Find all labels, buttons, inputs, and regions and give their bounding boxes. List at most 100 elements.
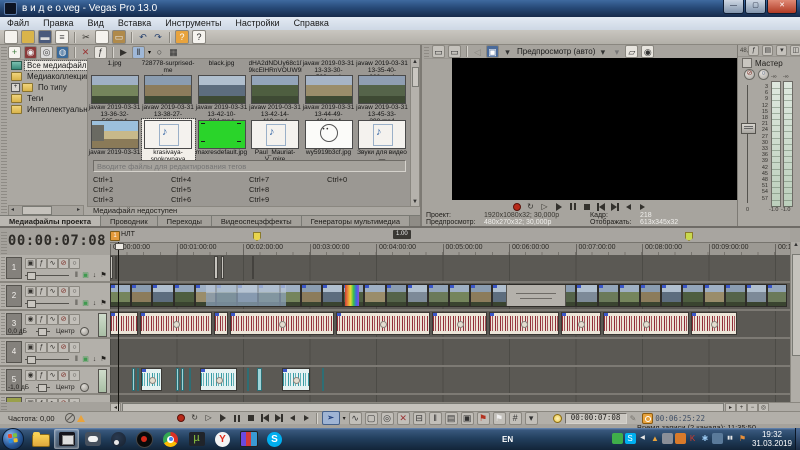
taskbar-steam[interactable] (106, 429, 131, 449)
scroll-up-arrow[interactable]: ▲ (791, 242, 800, 249)
scroll-left-arrow[interactable]: ◂ (9, 207, 16, 214)
preview-pause-button[interactable] (567, 202, 579, 212)
timeline-loop-playback-button[interactable]: ↻ (189, 413, 201, 423)
solo-icon[interactable]: ○ (69, 286, 80, 297)
slider-handle[interactable] (38, 328, 47, 336)
sidebar-item-by-type[interactable]: +По типу (8, 82, 86, 93)
level-flag-icon[interactable]: ⚑ (99, 271, 108, 280)
language-indicator[interactable]: EN (502, 435, 513, 444)
automation-icon[interactable]: ∿ (47, 314, 58, 325)
fade-handle-icon[interactable] (215, 313, 219, 316)
mode-dropdown-icon[interactable]: ▾ (597, 46, 608, 57)
fade-handle-icon[interactable] (493, 285, 497, 288)
track-fx-icon[interactable]: ƒ (36, 398, 47, 402)
fade-handle-icon[interactable] (302, 285, 306, 288)
fade-handle-icon[interactable] (231, 313, 235, 316)
audio-event[interactable] (230, 312, 334, 335)
compose-parent-icon[interactable]: ‖ (72, 299, 81, 308)
paste-icon[interactable]: ▭ (112, 30, 126, 44)
preview-quality-icon[interactable]: ▣ (486, 45, 499, 58)
fade-handle-icon[interactable] (387, 285, 391, 288)
solo-icon[interactable]: ○ (69, 314, 80, 325)
import-media-icon[interactable]: + (8, 46, 21, 59)
maximize-button[interactable]: ▢ (745, 0, 766, 14)
auto-preview-dropdown-icon[interactable]: ▾ (148, 49, 151, 56)
fade-handle-icon[interactable] (604, 313, 608, 316)
insert-bus-icon[interactable]: ▤ (762, 45, 773, 56)
audio-event[interactable] (432, 312, 487, 335)
fade-handle-icon[interactable] (141, 313, 145, 316)
track-fx-icon[interactable]: ƒ (36, 286, 47, 297)
track-4-content[interactable] (110, 339, 790, 367)
sidebar-item-smart-bins[interactable]: Интеллектуальные... (8, 104, 86, 115)
audio-event[interactable] (137, 368, 139, 391)
timeline-go-to-start-button[interactable] (259, 413, 271, 423)
remove-unused-icon[interactable]: ✕ (80, 47, 91, 58)
quality-dropdown-icon[interactable]: ▾ (502, 46, 513, 57)
make-child-icon[interactable]: ↓ (90, 271, 99, 280)
timeline-record-button[interactable] (175, 413, 187, 423)
track-header-2[interactable]: 2▣ƒ∿⊘○‖▣↓⚑ (0, 283, 112, 311)
track-fx-icon[interactable]: ƒ (36, 258, 47, 269)
taskbar-vegas-pro[interactable] (54, 429, 79, 449)
track-header-4[interactable]: 4▣ƒ∿⊘○‖▣↓⚑ (0, 339, 112, 367)
minimize-button[interactable]: — (723, 0, 744, 14)
track-volume-text[interactable]: 0,0 дБ (8, 328, 27, 335)
level-flag-icon[interactable]: ⚑ (99, 355, 108, 364)
track-motion-icon[interactable]: ▣ (25, 398, 36, 402)
fade-handle-icon[interactable] (599, 285, 603, 288)
preview-next-frame-button[interactable] (637, 202, 649, 212)
fade-handle-icon[interactable] (408, 285, 412, 288)
save-snapshot-icon[interactable]: ◉ (641, 45, 654, 58)
copy-snapshot-icon[interactable]: ▱ (625, 45, 638, 58)
taskbar-winrar[interactable] (236, 429, 261, 449)
dock-grip[interactable] (1, 47, 7, 213)
taskbar-clock[interactable]: 19:32 31.03.2019 (752, 430, 792, 448)
media-item[interactable]: javaw 2019-03-31 13-44-49-404.mp4 (302, 74, 355, 118)
audio-event[interactable] (603, 312, 689, 335)
track-motion-icon[interactable]: ▣ (25, 286, 36, 297)
scrollbar-thumb[interactable] (792, 254, 800, 356)
fade-handle-icon[interactable] (662, 285, 666, 288)
network-icon[interactable]: ▮▮ (725, 433, 736, 444)
mute-icon[interactable]: ⊘ (58, 342, 69, 353)
mute-icon[interactable]: ⊘ (58, 258, 69, 269)
fade-handle-icon[interactable] (196, 285, 200, 288)
sidebar-item-tags[interactable]: Теги (8, 93, 86, 104)
timeline-event[interactable] (110, 256, 113, 279)
start-preview-icon[interactable]: ▶ (118, 47, 129, 58)
track-grip[interactable] (1, 341, 5, 363)
back-arrow-icon[interactable]: ◁ (472, 46, 483, 57)
media-item[interactable]: javaw 2019-03-31 13-45-33-398.mp4 (356, 74, 409, 118)
bluetooth-icon[interactable]: ✱ (700, 433, 711, 444)
interactive-tutorials-icon[interactable]: ? (175, 30, 189, 44)
track-motion-icon[interactable]: ▣ (25, 258, 36, 269)
taskbar-skype[interactable]: S (262, 429, 287, 449)
track-header-1[interactable]: 1▣ƒ∿⊘○‖▣↓⚑ (0, 255, 112, 283)
fade-handle-icon[interactable] (337, 313, 341, 316)
audio-event[interactable] (257, 368, 262, 391)
fade-handle-icon[interactable] (768, 285, 772, 288)
media-item-label[interactable]: dHA2dNDUy68c1lYQm 9kcElHRnVOUW9NQ... (249, 60, 302, 74)
track-motion-icon[interactable]: ▣ (25, 342, 36, 353)
arm-record-icon[interactable]: ◉ (25, 370, 36, 381)
media-item[interactable]: wy5919b3cf.jpg (302, 119, 355, 161)
fade-handle-icon[interactable] (153, 285, 157, 288)
track-pan-text[interactable]: Центр (56, 384, 75, 391)
compositing-mode-icon[interactable]: ▣ (81, 299, 90, 308)
marker-badge[interactable]: 1.00 (393, 230, 411, 239)
track-6-content[interactable] (110, 395, 790, 402)
timeline-next-frame-button[interactable] (301, 413, 313, 423)
meter-options-icon[interactable]: ▾ (776, 45, 787, 56)
media-fx-icon[interactable]: ƒ (94, 46, 107, 59)
audio-event[interactable] (200, 368, 237, 391)
mute-icon[interactable]: ⊘ (58, 286, 69, 297)
sidebar-item-media-bins[interactable]: Медиаколлекции (8, 71, 86, 82)
tray-orange-icon[interactable]: ▲ (650, 433, 661, 444)
open-project-icon[interactable] (21, 30, 35, 44)
track-fx-icon[interactable]: ƒ (36, 314, 47, 325)
fade-handle-icon[interactable] (726, 285, 730, 288)
timeline-previous-frame-button[interactable] (287, 413, 299, 423)
media-item-label[interactable]: javaw 2019-03-31 13-35-40-922.mp4 (356, 60, 409, 74)
fade-handle-icon[interactable] (433, 313, 437, 316)
